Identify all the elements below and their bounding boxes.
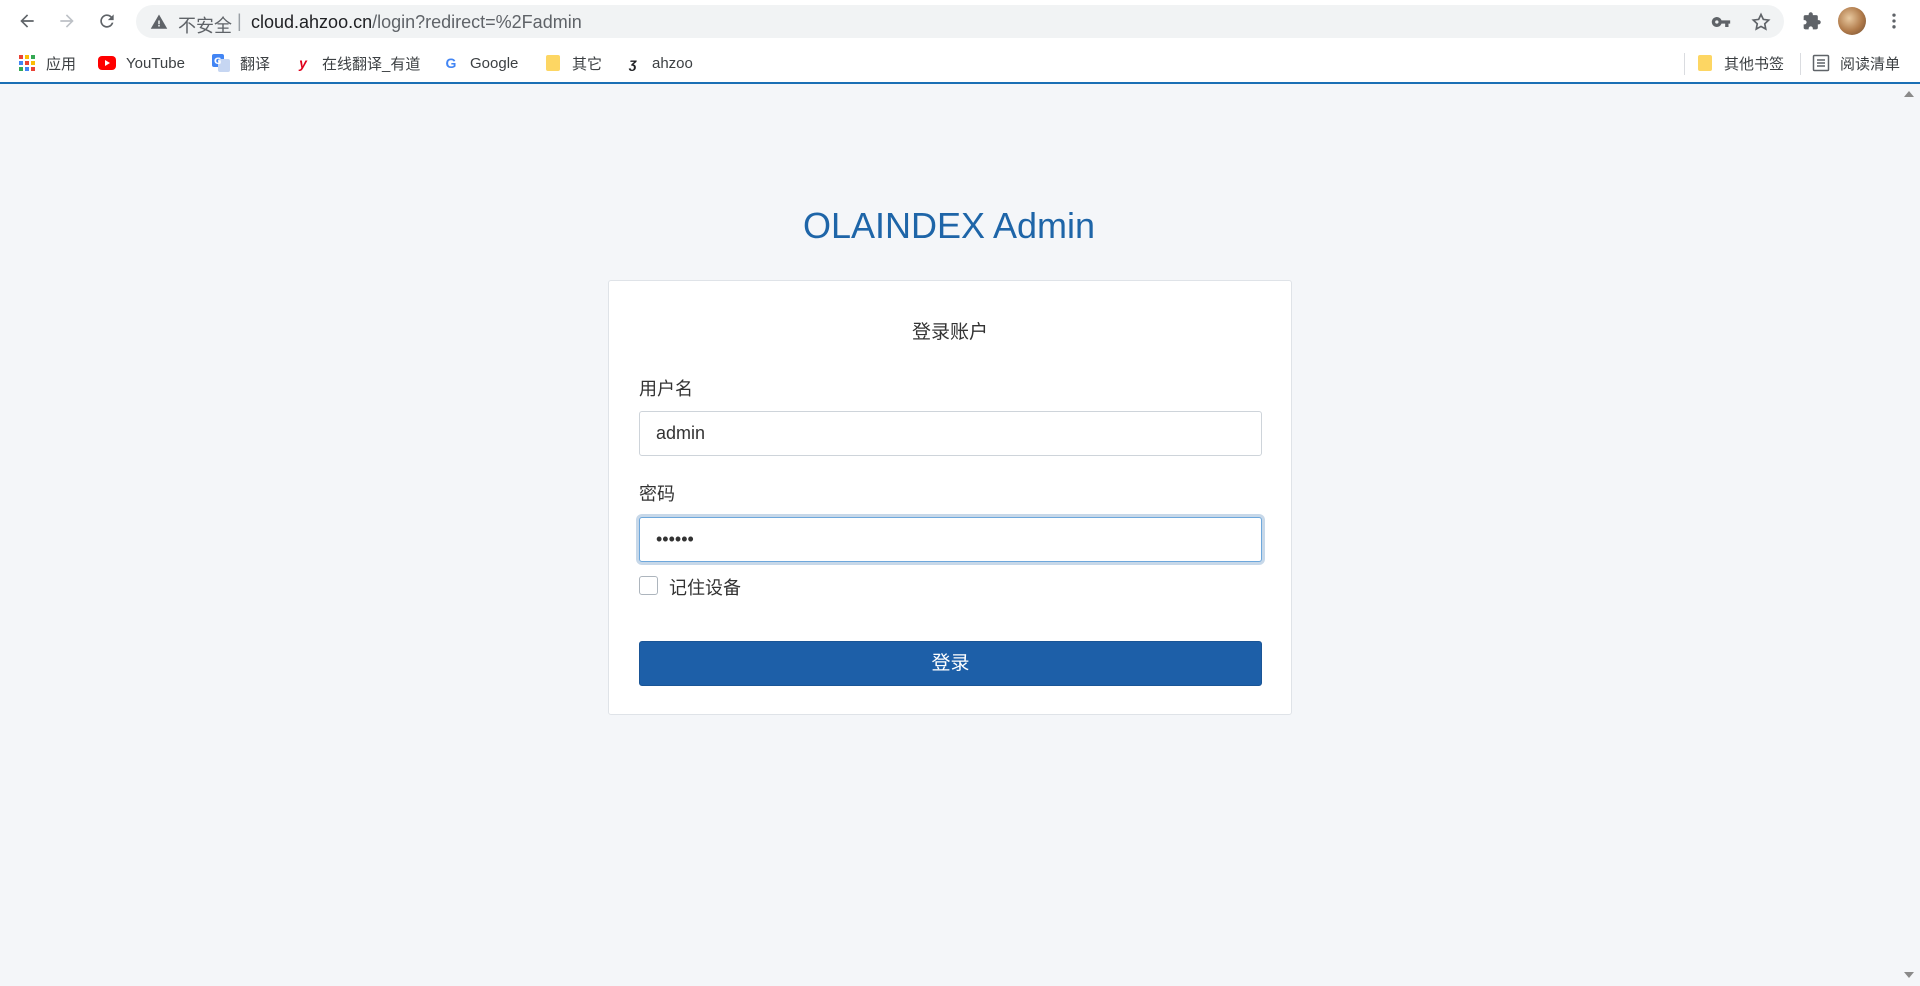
bookmark-label: 其它 <box>572 55 603 73</box>
reading-list-icon <box>1812 54 1830 72</box>
scroll-up-icon[interactable] <box>1904 91 1914 97</box>
url-path: /login?redirect=%2Fadmin <box>372 12 582 32</box>
bookmark-folder-other[interactable]: 其它 <box>544 52 602 74</box>
bookmarks-divider <box>1800 53 1801 75</box>
bookmark-label: YouTube <box>126 54 185 72</box>
password-input[interactable]: •••••• <box>639 517 1262 562</box>
bookmarks-divider <box>1684 53 1685 75</box>
login-button[interactable]: 登录 <box>639 641 1262 686</box>
youtube-icon <box>98 54 116 72</box>
card-title: 登录账户 <box>911 322 988 343</box>
bookmark-label: 翻译 <box>240 55 271 73</box>
menu-kebab-icon[interactable] <box>1882 9 1906 33</box>
insecure-label: 不安全 <box>178 16 232 36</box>
folder-icon <box>544 54 562 72</box>
login-card: 登录账户 用户名 admin 密码 •••••• 记住设备 登录 <box>608 280 1292 715</box>
address-separator: | <box>237 11 242 31</box>
apps-grid-icon <box>18 54 36 72</box>
ahzoo-icon: ʒ <box>629 55 637 71</box>
page-title: OLAINDEX Admin <box>802 205 1096 246</box>
remember-device-label[interactable]: 记住设备 <box>669 574 741 600</box>
bookmarks-bar: 应用 YouTube G 翻译 y 在线翻译_有道 G Google 其它 ʒ … <box>0 42 1920 84</box>
bookmark-label: 其他书签 <box>1724 55 1785 73</box>
bookmark-label: ahzoo <box>652 54 693 72</box>
address-url: cloud.ahzoo.cn/login?redirect=%2Fadmin <box>251 12 582 33</box>
reload-icon <box>100 14 114 28</box>
reading-list-button[interactable]: 阅读清单 <box>1812 52 1900 74</box>
google-icon: G <box>445 55 457 71</box>
forward-button[interactable] <box>53 7 81 35</box>
scroll-down-icon[interactable] <box>1904 972 1914 978</box>
url-host: cloud.ahzoo.cn <box>251 12 373 32</box>
bookmark-youdao[interactable]: y 在线翻译_有道 <box>294 52 420 74</box>
bookmark-translate[interactable]: G 翻译 <box>212 52 270 74</box>
arrow-right-icon <box>60 14 74 28</box>
translate-icon: G <box>212 54 230 72</box>
extensions-puzzle-icon[interactable] <box>1800 9 1824 33</box>
username-label: 用户名 <box>639 379 693 399</box>
bookmark-youtube[interactable]: YouTube <box>98 52 185 74</box>
bookmark-label: 阅读清单 <box>1840 55 1901 73</box>
arrow-left-icon <box>20 14 34 28</box>
bookmark-label: 应用 <box>46 55 77 73</box>
warning-icon <box>150 14 168 29</box>
address-bar[interactable]: 不安全 | cloud.ahzoo.cn/login?redirect=%2Fa… <box>136 5 1784 38</box>
bookmark-label: 在线翻译_有道 <box>322 55 421 73</box>
username-input[interactable]: admin <box>639 411 1262 456</box>
bookmark-star-icon[interactable] <box>1750 11 1772 33</box>
remember-device-checkbox[interactable] <box>639 576 658 595</box>
password-key-icon[interactable] <box>1710 11 1732 33</box>
password-label: 密码 <box>639 484 675 504</box>
reload-button[interactable] <box>93 7 121 35</box>
bookmark-ahzoo[interactable]: ʒ ahzoo <box>624 52 693 74</box>
bookmark-google[interactable]: G Google <box>442 52 519 74</box>
page-scrollbar[interactable] <box>1898 86 1920 986</box>
bookmark-label: Google <box>470 54 519 72</box>
youdao-icon: y <box>299 55 307 71</box>
browser-toolbar: 不安全 | cloud.ahzoo.cn/login?redirect=%2Fa… <box>0 0 1920 42</box>
bookmark-other-bookmarks[interactable]: 其他书签 <box>1696 52 1784 74</box>
bookmark-apps[interactable]: 应用 <box>18 52 76 74</box>
back-button[interactable] <box>13 7 41 35</box>
svg-text:G: G <box>214 57 221 67</box>
profile-avatar[interactable] <box>1838 7 1866 35</box>
folder-icon <box>1696 54 1714 72</box>
